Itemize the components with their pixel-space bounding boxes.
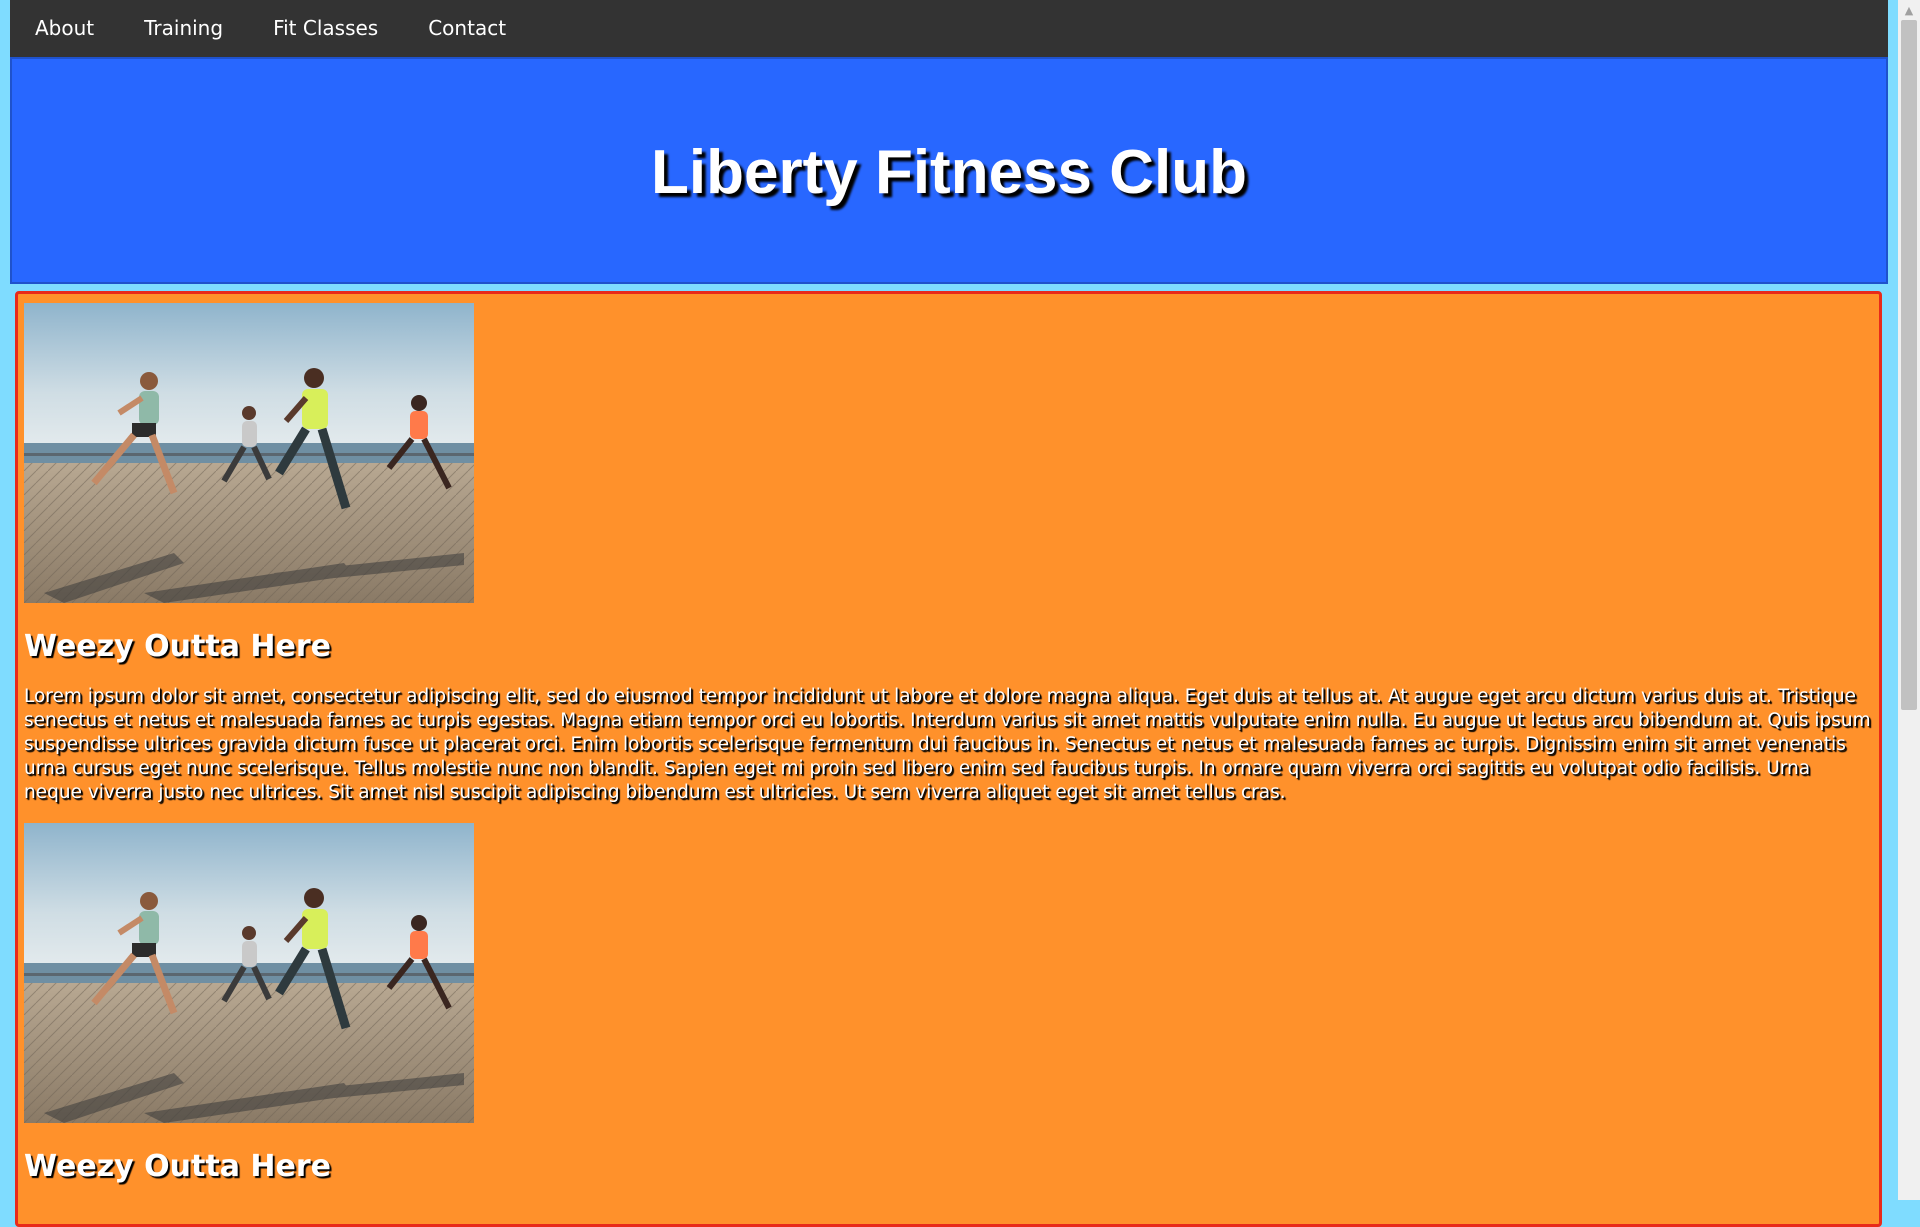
scroll-up-arrow-icon[interactable]: ▲ (1898, 0, 1920, 20)
nav-link-about[interactable]: About (10, 0, 119, 57)
vertical-scrollbar[interactable]: ▲ (1898, 0, 1920, 1200)
article-title: Weezy Outta Here (24, 629, 332, 664)
nav-link-contact[interactable]: Contact (403, 0, 531, 57)
site-header: Liberty Fitness Club (10, 57, 1888, 284)
site-title: Liberty Fitness Club (651, 138, 1247, 207)
top-navbar: About Training Fit Classes Contact (10, 0, 1888, 57)
nav-link-fit-classes[interactable]: Fit Classes (248, 0, 403, 57)
article: Weezy Outta Here Lorem ipsum dolor sit a… (18, 303, 1879, 805)
nav-link-training[interactable]: Training (119, 0, 248, 57)
article-body: Lorem ipsum dolor sit amet, consectetur … (24, 686, 1871, 803)
scrollbar-thumb[interactable] (1901, 20, 1917, 710)
main-content: Weezy Outta Here Lorem ipsum dolor sit a… (15, 291, 1882, 1227)
article-title: Weezy Outta Here (24, 1149, 332, 1184)
runners-photo (24, 823, 474, 1123)
page: About Training Fit Classes Contact Liber… (10, 0, 1888, 1227)
runners-photo (24, 303, 474, 603)
article: Weezy Outta Here (18, 823, 1879, 1185)
